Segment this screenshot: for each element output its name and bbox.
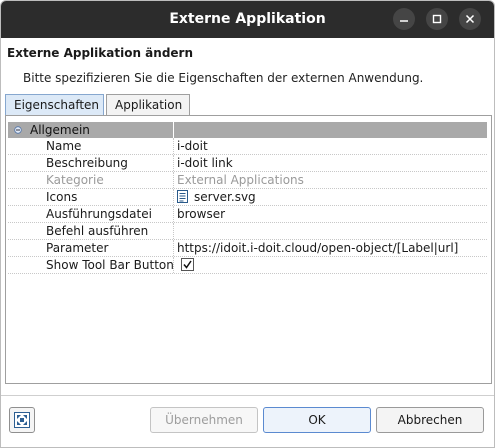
cancel-button[interactable]: Abbrechen [376,407,484,433]
window-title: Externe Applikation [169,11,326,27]
tab-eigenschaften[interactable]: Eigenschaften [5,94,104,116]
property-name: Ausführungsdatei [8,206,174,222]
property-value[interactable]: https://idoit.i-doit.cloud/open-object/[… [177,240,485,256]
show-toolbar-checkbox[interactable] [181,258,194,271]
minimize-button[interactable] [393,8,415,30]
dialog-header: Externe Applikation ändern Bitte spezifi… [1,38,494,90]
title-bar[interactable]: Externe Applikation [1,1,494,38]
property-name: Icons [8,189,174,205]
property-value[interactable]: i-doit [177,138,485,154]
expand-arrows-icon [14,412,30,428]
close-button[interactable] [459,8,481,30]
property-name: Parameter [8,240,174,256]
group-row-allgemein[interactable]: Allgemein [8,122,487,138]
property-row-icons[interactable]: Icons server.svg [8,189,487,206]
property-row-ausfuehrungsdatei[interactable]: Ausführungsdatei browser [8,206,487,223]
property-value[interactable]: browser [177,206,485,222]
maximize-icon [432,14,442,24]
property-value: External Applications [177,173,304,187]
dialog-window: Externe Applikation Externe Applikation … [0,0,495,448]
property-row-show-toolbar-button[interactable]: Show Tool Bar Button [8,257,487,274]
property-name: Befehl ausführen [8,223,174,239]
dialog-footer: Übernehmen OK Abbrechen [1,396,494,447]
property-name: Show Tool Bar Button [8,257,174,273]
header-description: Bitte spezifizieren Sie die Eigenschafte… [23,71,424,85]
tab-bar: Eigenschaften Applikation [5,94,492,116]
tab-applikation[interactable]: Applikation [106,94,190,115]
properties-panel: Allgemein Name i-doit Beschreibung i-doi… [5,115,492,384]
minimize-icon [400,20,408,22]
property-name: Name [8,138,174,154]
close-icon [465,14,475,24]
apply-button[interactable]: Übernehmen [150,407,258,433]
expand-window-button[interactable] [9,407,35,433]
group-label: Allgemein [30,123,90,137]
file-icon [177,190,188,203]
property-value: server.svg [194,190,256,204]
property-value-cell [177,257,485,273]
property-row-beschreibung[interactable]: Beschreibung i-doit link [8,155,487,172]
property-row-befehl-ausfuehren[interactable]: Befehl ausführen [8,223,487,240]
checkmark-icon [183,260,192,269]
property-row-name[interactable]: Name i-doit [8,138,487,155]
property-value[interactable]: i-doit link [177,155,485,171]
group-value-cell [177,122,485,138]
collapse-icon[interactable] [14,126,22,134]
property-row-parameter[interactable]: Parameter https://idoit.i-doit.cloud/ope… [8,240,487,257]
property-value-cell[interactable]: server.svg [177,189,485,205]
property-name: Beschreibung [8,155,174,171]
ok-button[interactable]: OK [263,407,371,433]
property-value[interactable] [177,223,485,239]
header-title: Externe Applikation ändern [7,46,194,60]
property-grid: Allgemein Name i-doit Beschreibung i-doi… [8,122,487,274]
group-label-cell: Allgemein [8,122,174,138]
property-name: Kategorie [8,172,174,188]
property-row-kategorie: Kategorie External Applications [8,172,487,189]
maximize-button[interactable] [426,8,448,30]
